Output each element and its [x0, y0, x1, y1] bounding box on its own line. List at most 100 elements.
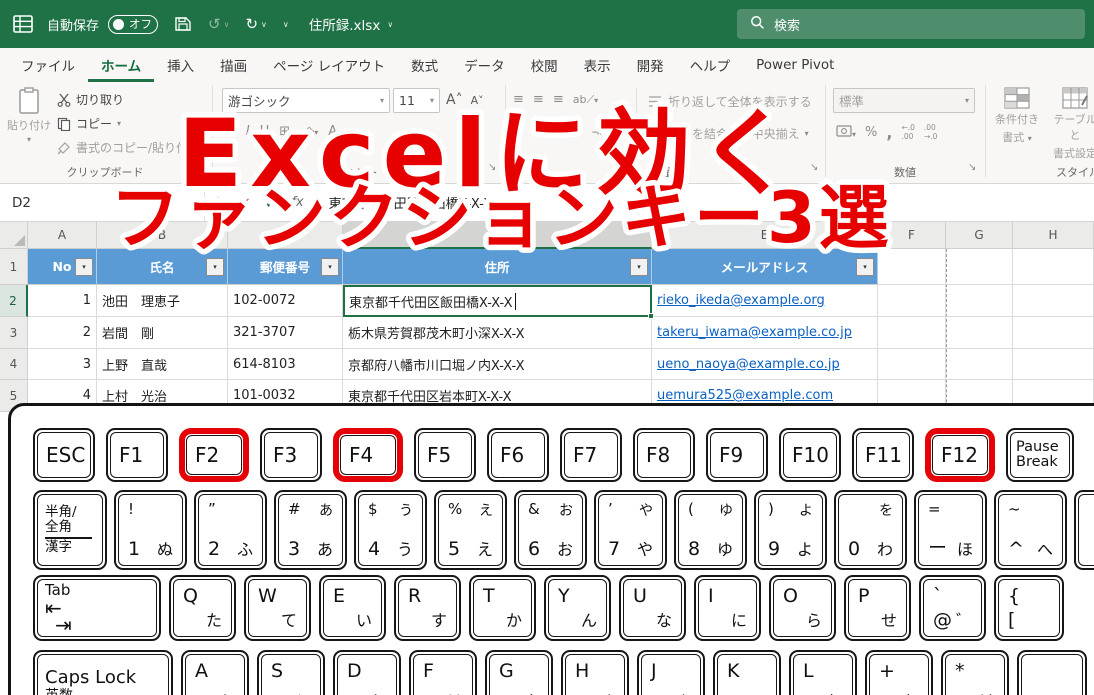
filter-button[interactable]: ▾ [75, 258, 93, 276]
cut-button[interactable]: 切り取り [57, 91, 124, 108]
cell-B2[interactable]: 池田 理恵子 [97, 285, 228, 317]
formula-input[interactable]: 東京都千代田区飯田橋X-X-X [329, 193, 493, 212]
wrap-text-button[interactable]: 折り返して全体を表示する [648, 93, 812, 110]
font-launcher-icon[interactable]: ↘ [488, 162, 496, 173]
align-center-icon[interactable]: ≡ [533, 124, 544, 139]
col-header-F[interactable]: F [878, 222, 946, 249]
table-header-住所[interactable]: 住所▾ [343, 249, 652, 285]
cell-D3[interactable]: 栃木県芳賀郡茂木町小深X-X-X [343, 317, 652, 349]
tab-ページ レイアウト[interactable]: ページ レイアウト [260, 48, 398, 82]
cell-F1[interactable] [878, 249, 946, 285]
format-painter-button[interactable]: 書式のコピー/貼り付け [57, 139, 200, 156]
col-header-E[interactable]: E [652, 222, 878, 249]
cell-B4[interactable]: 上野 直哉 [97, 349, 228, 380]
fill-handle[interactable] [648, 313, 654, 319]
font-grow-shrink[interactable]: A˄ A˅ [446, 92, 484, 108]
paste-button[interactable]: 貼り付け ▾ [6, 87, 52, 144]
filter-button[interactable]: ▾ [206, 258, 224, 276]
cell-F3[interactable] [878, 317, 946, 349]
cell-F2[interactable] [878, 285, 946, 317]
cancel-icon[interactable]: × [239, 195, 251, 211]
tab-描画[interactable]: 描画 [207, 48, 260, 82]
tab-表示[interactable]: 表示 [571, 48, 624, 82]
fx-icon[interactable]: fx [291, 195, 303, 210]
confirm-icon[interactable]: ✓ [265, 194, 278, 212]
cell-D4[interactable]: 京都府八幡市川口堀ノ内X-X-X [343, 349, 652, 380]
cell-H1[interactable] [1013, 249, 1094, 285]
cell-A4[interactable]: 3 [28, 349, 97, 380]
align-left-icon[interactable]: ≡ [513, 124, 524, 139]
cell-F4[interactable] [878, 349, 946, 380]
merge-center-button[interactable]: セルを結合して中央揃え ▾ [648, 125, 809, 142]
table-header-メールアドレス[interactable]: メールアドレス▾ [652, 249, 878, 285]
row-header-1[interactable]: 1 [0, 249, 28, 285]
decrease-indent-icon[interactable]: ⇤ [573, 125, 583, 139]
cell-G4[interactable] [946, 349, 1013, 380]
table-header-郵便番号[interactable]: 郵便番号▾ [228, 249, 343, 285]
align-top-icon[interactable]: ≡ [513, 92, 524, 107]
fill-color-icon[interactable]: ◇▾ [304, 124, 318, 139]
row-header-3[interactable]: 3 [0, 317, 28, 349]
increase-indent-icon[interactable]: ⇥ [592, 125, 602, 139]
cell-H2[interactable] [1013, 285, 1094, 317]
col-header-A[interactable]: A [28, 222, 97, 249]
align-right-icon[interactable]: ≡ [553, 124, 564, 139]
search-input[interactable]: 検索 [737, 9, 1085, 39]
active-cell-D2[interactable]: 東京都千代田区飯田橋X-X-X [343, 285, 652, 317]
cell-E4[interactable]: ueno_naoya@example.co.jp [652, 349, 878, 380]
table-header-No[interactable]: No▾ [28, 249, 97, 285]
row-header-2[interactable]: 2 [0, 285, 28, 317]
align-bottom-icon[interactable]: ≡ [553, 92, 564, 107]
currency-icon[interactable]: ▾ [836, 125, 856, 141]
tab-ヘルプ[interactable]: ヘルプ [677, 48, 744, 82]
font-name-select[interactable]: 游ゴシック ▾ [222, 88, 390, 113]
filter-button[interactable]: ▾ [630, 258, 648, 276]
excel-icon[interactable] [13, 14, 33, 34]
font-color-icon[interactable]: A▾ [328, 124, 341, 139]
col-header-B[interactable]: B [97, 222, 228, 249]
redo-icon[interactable]: ↻∨ [245, 15, 266, 33]
col-header-D[interactable]: D [343, 222, 652, 249]
borders-icon[interactable]: ⊞▾ [279, 124, 294, 139]
table-header-氏名[interactable]: 氏名▾ [97, 249, 228, 285]
cell-B3[interactable]: 岩間 剛 [97, 317, 228, 349]
percent-icon[interactable]: % [865, 125, 877, 140]
col-header-G[interactable]: G [946, 222, 1013, 249]
filter-button[interactable]: ▾ [321, 258, 339, 276]
autosave-toggle[interactable]: オフ [108, 15, 158, 34]
align-middle-icon[interactable]: ≡ [533, 92, 544, 107]
cell-C2[interactable]: 102-0072 [228, 285, 343, 317]
tab-数式[interactable]: 数式 [398, 48, 451, 82]
cell-G3[interactable] [946, 317, 1013, 349]
cell-A3[interactable]: 2 [28, 317, 97, 349]
orientation-icon[interactable]: ab⟋▾ [573, 93, 598, 107]
cell-E2[interactable]: rieko_ikeda@example.org [652, 285, 878, 317]
tab-挿入[interactable]: 挿入 [154, 48, 207, 82]
save-icon[interactable] [174, 15, 192, 33]
number-format-select[interactable]: 標準 ▾ [833, 88, 975, 113]
cell-H4[interactable] [1013, 349, 1094, 380]
cell-H3[interactable] [1013, 317, 1094, 349]
increase-decimal-icon[interactable]: ←.0.00 [901, 124, 914, 141]
underline-icon[interactable]: U [260, 124, 270, 139]
decrease-decimal-icon[interactable]: .00→.0 [924, 124, 937, 141]
row-header-4[interactable]: 4 [0, 349, 28, 380]
name-box[interactable]: D2 ▾ [0, 184, 205, 221]
tab-校閲[interactable]: 校閲 [518, 48, 571, 82]
file-name[interactable]: 住所録.xlsx∨ [309, 14, 393, 34]
tab-ファイル[interactable]: ファイル [8, 48, 88, 82]
cell-G1[interactable] [946, 249, 1013, 285]
tab-Power Pivot[interactable]: Power Pivot [743, 48, 847, 82]
number-launcher-icon[interactable]: ↘ [968, 162, 976, 173]
cell-C4[interactable]: 614-8103 [228, 349, 343, 380]
customize-toolbar-icon[interactable]: ∨ [283, 20, 289, 29]
font-size-select[interactable]: 11 ▾ [393, 88, 440, 113]
cell-A2[interactable]: 1 [28, 285, 97, 317]
clipboard-launcher-icon[interactable]: ↘ [196, 162, 204, 173]
tab-開発[interactable]: 開発 [624, 48, 677, 82]
col-header-C[interactable]: C [228, 222, 343, 249]
italic-icon[interactable]: I [246, 124, 250, 139]
cell-G2[interactable] [946, 285, 1013, 317]
copy-button[interactable]: コピー ▾ [57, 115, 121, 132]
col-header-H[interactable]: H [1013, 222, 1094, 249]
